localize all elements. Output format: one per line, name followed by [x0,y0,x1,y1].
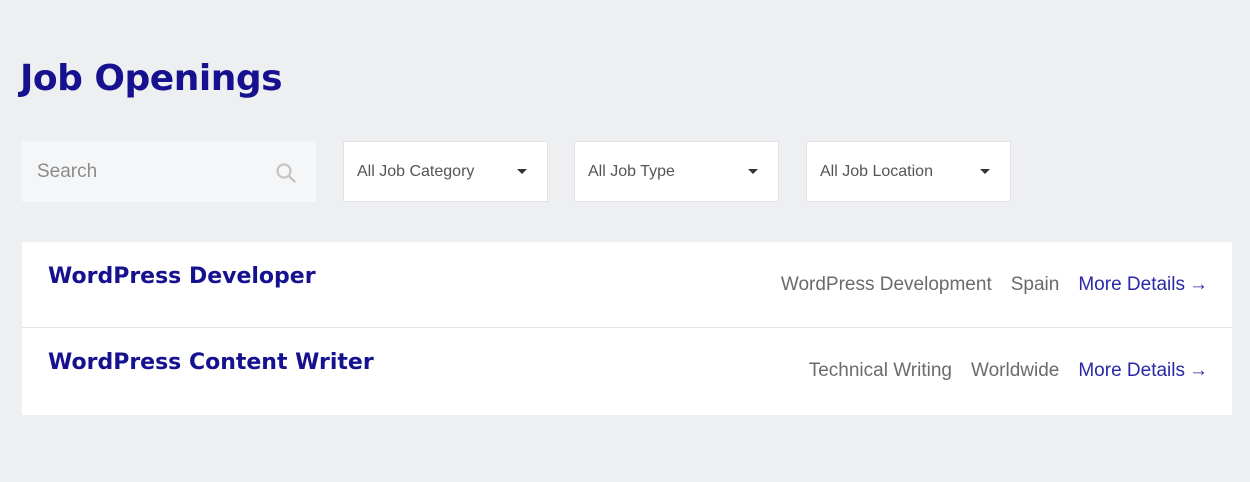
job-location-select-label: All Job Location [820,163,933,180]
job-type-select-label: All Job Type [588,163,675,180]
job-location: Worldwide [970,360,1060,381]
job-location: Spain [1010,274,1060,295]
more-details-link[interactable]: More Details → [1078,274,1208,296]
arrow-right-icon: → [1189,360,1208,381]
job-row: WordPress Developer WordPress Developmen… [22,242,1232,328]
caret-down-icon [748,169,758,174]
arrow-right-icon: → [1189,274,1208,295]
job-location-select[interactable]: All Job Location [806,141,1011,202]
caret-down-icon [517,169,527,174]
job-meta: WordPress Development Spain More Details… [781,274,1208,296]
more-details-label: More Details [1078,360,1185,381]
search-icon[interactable] [275,162,297,184]
job-category: Technical Writing [808,360,952,381]
job-row: WordPress Content Writer Technical Writi… [22,328,1232,415]
job-category: WordPress Development [780,274,992,295]
job-category-select-label: All Job Category [357,163,475,180]
more-details-label: More Details [1078,274,1185,295]
job-title[interactable]: WordPress Developer [48,264,316,289]
job-category-select[interactable]: All Job Category [343,141,548,202]
page-title: Job Openings [20,58,283,99]
caret-down-icon [980,169,990,174]
job-meta: Technical Writing Worldwide More Details… [809,360,1208,382]
job-list: WordPress Developer WordPress Developmen… [22,242,1232,415]
job-type-select[interactable]: All Job Type [574,141,779,202]
more-details-link[interactable]: More Details → [1078,360,1208,382]
search-box [22,141,316,202]
job-title[interactable]: WordPress Content Writer [48,350,374,375]
search-input[interactable] [22,141,272,202]
